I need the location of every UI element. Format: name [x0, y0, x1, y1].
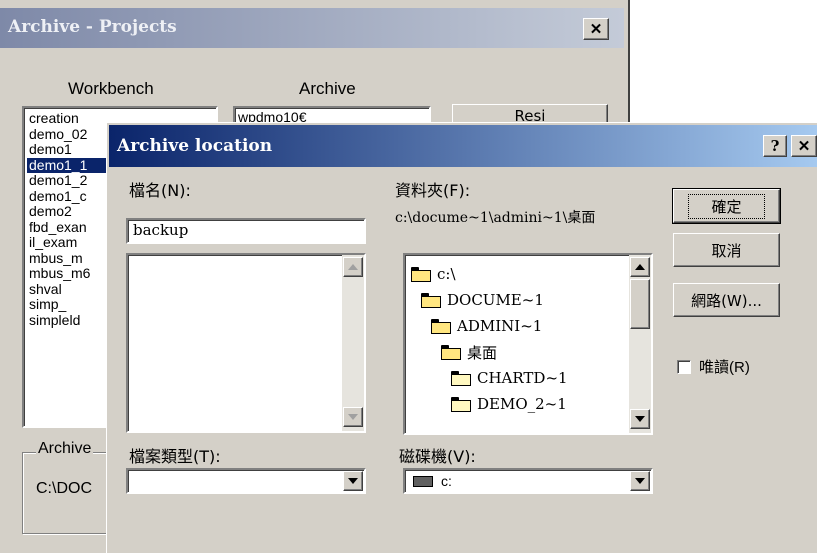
drive-value: c: — [441, 473, 452, 489]
folder-name: DOCUME~1 — [447, 291, 544, 309]
folder-tree-scrollbar[interactable] — [629, 255, 651, 433]
open-folder-icon — [431, 319, 451, 334]
folder-scroll-down-button[interactable] — [630, 409, 650, 429]
folder-label: 資料夾(F): — [395, 181, 471, 200]
open-folder-icon — [411, 267, 431, 282]
drives-label: 磁碟機(V): — [399, 447, 476, 466]
folder-tree[interactable]: c:\ DOCUME~1 ADMINI~1 桌面 CHARTD~1 DEMO_2~1 — [403, 253, 653, 435]
filetype-label: 檔案類型(T): — [129, 447, 221, 466]
archive-group-label: Archive — [36, 440, 94, 458]
filetype-dropdown-button[interactable] — [343, 471, 363, 491]
archive-path: C:\DOC — [36, 480, 92, 497]
folder-name: DEMO_2~1 — [477, 395, 567, 413]
folder-name: 桌面 — [467, 343, 498, 362]
folder-item[interactable]: ADMINI~1 — [431, 313, 568, 339]
filetype-select[interactable] — [126, 468, 366, 494]
scroll-up-button[interactable] — [343, 257, 363, 277]
filename-label: 檔名(N): — [129, 181, 191, 200]
archive-location-dialog: Archive location ? ✕ 檔名(N): backup 檔案類型(… — [106, 122, 817, 553]
folder-items: c:\ DOCUME~1 ADMINI~1 桌面 CHARTD~1 DEMO_2~1 — [411, 261, 568, 417]
cancel-button[interactable]: 取消 — [673, 233, 780, 267]
workbench-label: Workbench — [68, 79, 154, 98]
filename-value: backup — [133, 221, 189, 239]
folder-name: CHARTD~1 — [477, 369, 568, 387]
folder-item[interactable]: CHARTD~1 — [451, 365, 568, 391]
folder-path: c:\docume~1\admini~1\桌面 — [395, 210, 596, 226]
chevron-down-icon — [348, 478, 358, 484]
readonly-label: 唯讀(R) — [699, 359, 750, 376]
folder-item[interactable]: DOCUME~1 — [421, 287, 568, 313]
scroll-up-icon — [348, 264, 358, 270]
scroll-down-icon — [635, 416, 645, 422]
close-icon: ✕ — [589, 20, 603, 38]
folder-scroll-up-button[interactable] — [630, 257, 650, 277]
scroll-up-icon — [635, 264, 645, 270]
dialog-title-bar: Archive location ? ✕ — [109, 125, 817, 167]
archive-close-button[interactable]: ✕ — [583, 18, 609, 40]
help-icon: ? — [770, 137, 780, 155]
folder-name: c:\ — [437, 265, 456, 283]
filename-input[interactable]: backup — [126, 218, 366, 244]
drive-icon — [413, 475, 433, 487]
open-folder-icon — [421, 293, 441, 308]
folder-icon — [451, 371, 471, 386]
archive-window-title: Archive - Projects — [8, 17, 177, 37]
scroll-down-button[interactable] — [343, 407, 363, 427]
archive-title-bar: Archive - Projects ✕ — [0, 8, 624, 48]
file-list-scrollbar[interactable] — [342, 255, 364, 431]
dialog-close-button[interactable]: ✕ — [791, 135, 817, 157]
folder-scroll-thumb[interactable] — [630, 279, 650, 329]
file-list[interactable] — [126, 253, 366, 433]
folder-icon — [451, 397, 471, 412]
folder-name: ADMINI~1 — [457, 317, 543, 335]
drive-dropdown-button[interactable] — [630, 471, 650, 491]
dialog-title: Archive location — [117, 136, 273, 156]
open-folder-icon — [441, 345, 461, 360]
ok-button[interactable]: 確定 — [672, 188, 781, 224]
folder-item[interactable]: c:\ — [411, 261, 568, 287]
readonly-checkbox-box[interactable] — [677, 359, 691, 374]
close-icon: ✕ — [797, 137, 811, 155]
readonly-checkbox[interactable]: 唯讀(R) — [677, 356, 750, 377]
archive-label: Archive — [299, 79, 356, 98]
folder-item[interactable]: DEMO_2~1 — [451, 391, 568, 417]
folder-item[interactable]: 桌面 — [441, 339, 568, 365]
drive-select[interactable]: c: — [403, 468, 653, 494]
help-button[interactable]: ? — [763, 135, 787, 157]
chevron-down-icon — [635, 478, 645, 484]
scroll-down-icon — [348, 414, 358, 420]
network-button[interactable]: 網路(W)... — [673, 283, 780, 317]
